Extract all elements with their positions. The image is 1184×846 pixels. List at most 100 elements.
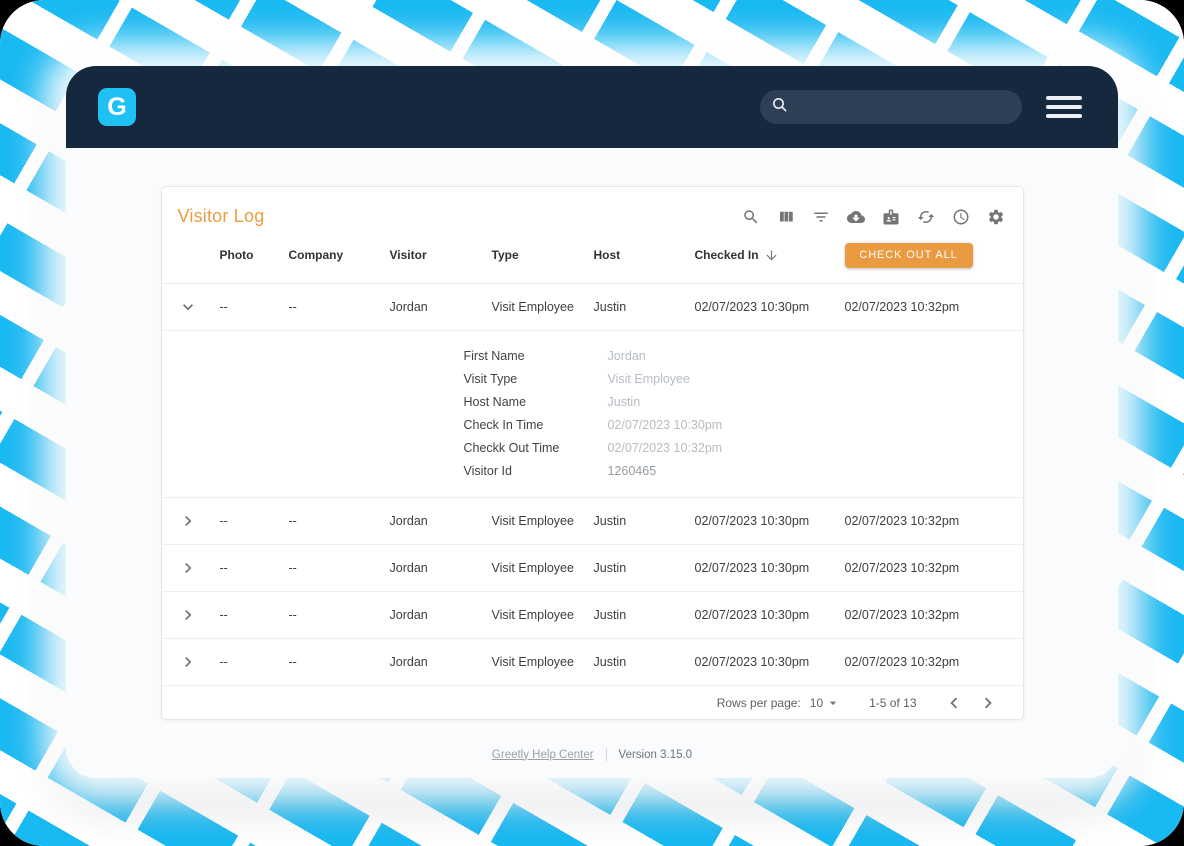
table-row[interactable]: -- -- Jordan Visit Employee Justin 02/07… — [161, 591, 1023, 638]
cell-type: Visit Employee — [491, 608, 574, 622]
detail-row-host-name: Host Name Justin — [463, 394, 641, 409]
table-row[interactable]: -- -- Jordan Visit Employee Justin 02/07… — [161, 497, 1023, 544]
view-columns-icon — [779, 211, 793, 221]
version-label: Version 3.15.0 — [618, 748, 693, 761]
detail-row-check-out-time: Checkk Out Time 02/07/2023 10:32pm — [463, 440, 723, 455]
cell-photo: -- — [219, 300, 228, 314]
history-button[interactable] — [952, 208, 970, 226]
rows-per-page-select[interactable]: 10 — [810, 695, 841, 711]
cell-checked-in: 02/07/2023 10:30pm — [694, 300, 810, 314]
detail-row-check-in-time: Check In Time 02/07/2023 10:30pm — [463, 417, 723, 432]
view-columns-button[interactable] — [777, 208, 795, 226]
chevron-right-icon — [184, 657, 191, 667]
panel-header: Visitor Log — [162, 187, 1023, 227]
detail-row-visitor-id: Visitor Id 1260465 — [463, 463, 657, 478]
cell-photo: -- — [219, 514, 228, 528]
cell-checked-in: 02/07/2023 10:30pm — [694, 514, 810, 528]
cell-host: Justin — [593, 608, 627, 622]
search-button[interactable] — [742, 208, 760, 226]
download-button[interactable] — [846, 208, 865, 226]
page-background: G Visitor Log Photo Company Visitor Type… — [0, 0, 1184, 846]
settings-button[interactable] — [987, 208, 1005, 226]
cloud-download-icon — [846, 210, 865, 223]
cell-type: Visit Employee — [491, 655, 574, 669]
cell-company: -- — [288, 655, 297, 669]
cell-host: Justin — [593, 561, 627, 575]
cell-company: -- — [288, 300, 297, 314]
navbar-right — [760, 90, 1082, 124]
refresh-icon — [917, 210, 934, 223]
expanded-row-details: First Name Jordan Visit Type Visit Emplo… — [161, 330, 1023, 497]
table-row[interactable]: -- -- Jordan Visit Employee Justin 02/07… — [161, 283, 1023, 330]
visitor-log-panel: Visitor Log Photo Company Visitor Type H… — [160, 186, 1024, 720]
chevron-right-icon — [184, 610, 191, 620]
menu-icon[interactable] — [1046, 96, 1082, 118]
cell-photo: -- — [219, 561, 228, 575]
column-header-checked-in[interactable]: Checked In — [695, 248, 845, 263]
table-header-row: Photo Company Visitor Type Host Checked … — [162, 227, 1023, 283]
cell-visitor: Jordan — [389, 514, 428, 528]
cell-checked-out: 02/07/2023 10:32pm — [844, 561, 960, 575]
column-header-photo: Photo — [219, 248, 254, 262]
cell-photo: -- — [219, 655, 228, 669]
pagination-controls — [943, 692, 999, 714]
chevron-right-icon — [984, 697, 992, 708]
search-input[interactable] — [760, 90, 1022, 124]
cell-checked-in: 02/07/2023 10:30pm — [694, 561, 810, 575]
pagination-range-label: 1-5 of 13 — [869, 695, 917, 710]
dropdown-caret-icon — [829, 701, 837, 705]
column-header-company: Company — [288, 248, 344, 262]
detail-row-first-name: First Name Jordan — [463, 348, 646, 363]
cell-visitor: Jordan — [389, 608, 428, 622]
check-out-all-button[interactable]: CHECK OUT ALL — [844, 242, 973, 268]
clock-icon — [953, 209, 968, 224]
cell-checked-out: 02/07/2023 10:32pm — [844, 608, 960, 622]
cell-type: Visit Employee — [491, 300, 574, 314]
cell-checked-out: 02/07/2023 10:32pm — [844, 300, 960, 314]
search-icon — [771, 96, 789, 119]
top-navbar: G — [66, 66, 1118, 148]
expand-row-button[interactable] — [178, 605, 198, 625]
chevron-left-icon — [949, 697, 957, 708]
cell-company: -- — [288, 561, 297, 575]
cell-visitor: Jordan — [389, 300, 428, 314]
filter-icon — [813, 212, 828, 221]
chevron-right-icon — [184, 516, 191, 526]
refresh-button[interactable] — [917, 208, 935, 226]
cell-host: Justin — [593, 655, 627, 669]
filter-button[interactable] — [812, 208, 830, 226]
page-title: Visitor Log — [177, 206, 265, 226]
cell-visitor: Jordan — [389, 561, 428, 575]
expand-row-button[interactable] — [178, 511, 198, 531]
next-page-button[interactable] — [977, 692, 999, 714]
cell-company: -- — [288, 608, 297, 622]
pagination-bar: Rows per page: 10 1-5 of 13 — [161, 685, 1023, 719]
previous-page-button[interactable] — [943, 692, 965, 714]
footer-divider — [605, 748, 607, 761]
help-center-link[interactable]: Greetly Help Center — [492, 749, 594, 761]
collapse-row-button[interactable] — [178, 297, 198, 317]
cell-company: -- — [288, 514, 297, 528]
cell-checked-in: 02/07/2023 10:30pm — [694, 608, 810, 622]
app-window: G Visitor Log Photo Company Visitor Type… — [66, 66, 1118, 778]
column-header-type: Type — [491, 248, 519, 262]
greetly-logo[interactable]: G — [98, 88, 136, 126]
cell-checked-in: 02/07/2023 10:30pm — [694, 655, 810, 669]
expand-row-button[interactable] — [178, 558, 198, 578]
table-row[interactable]: -- -- Jordan Visit Employee Justin 02/07… — [161, 544, 1023, 591]
check-out-all-cell: CHECK OUT ALL — [844, 242, 1007, 268]
search-icon — [743, 209, 757, 223]
badge-button[interactable] — [882, 208, 900, 226]
column-header-visitor: Visitor — [389, 248, 427, 262]
table-toolbar — [742, 208, 1005, 226]
rows-per-page-label: Rows per page: — [716, 695, 801, 710]
app-footer: Greetly Help Center Version 3.15.0 — [66, 748, 1118, 761]
table-row[interactable]: -- -- Jordan Visit Employee Justin 02/07… — [161, 638, 1023, 685]
column-header-host: Host — [593, 248, 621, 262]
sort-descending-icon — [764, 248, 779, 263]
expand-row-button[interactable] — [178, 652, 198, 672]
search-text-field[interactable] — [797, 99, 1011, 115]
cell-host: Justin — [593, 300, 627, 314]
cell-host: Justin — [593, 514, 627, 528]
cell-photo: -- — [219, 608, 228, 622]
